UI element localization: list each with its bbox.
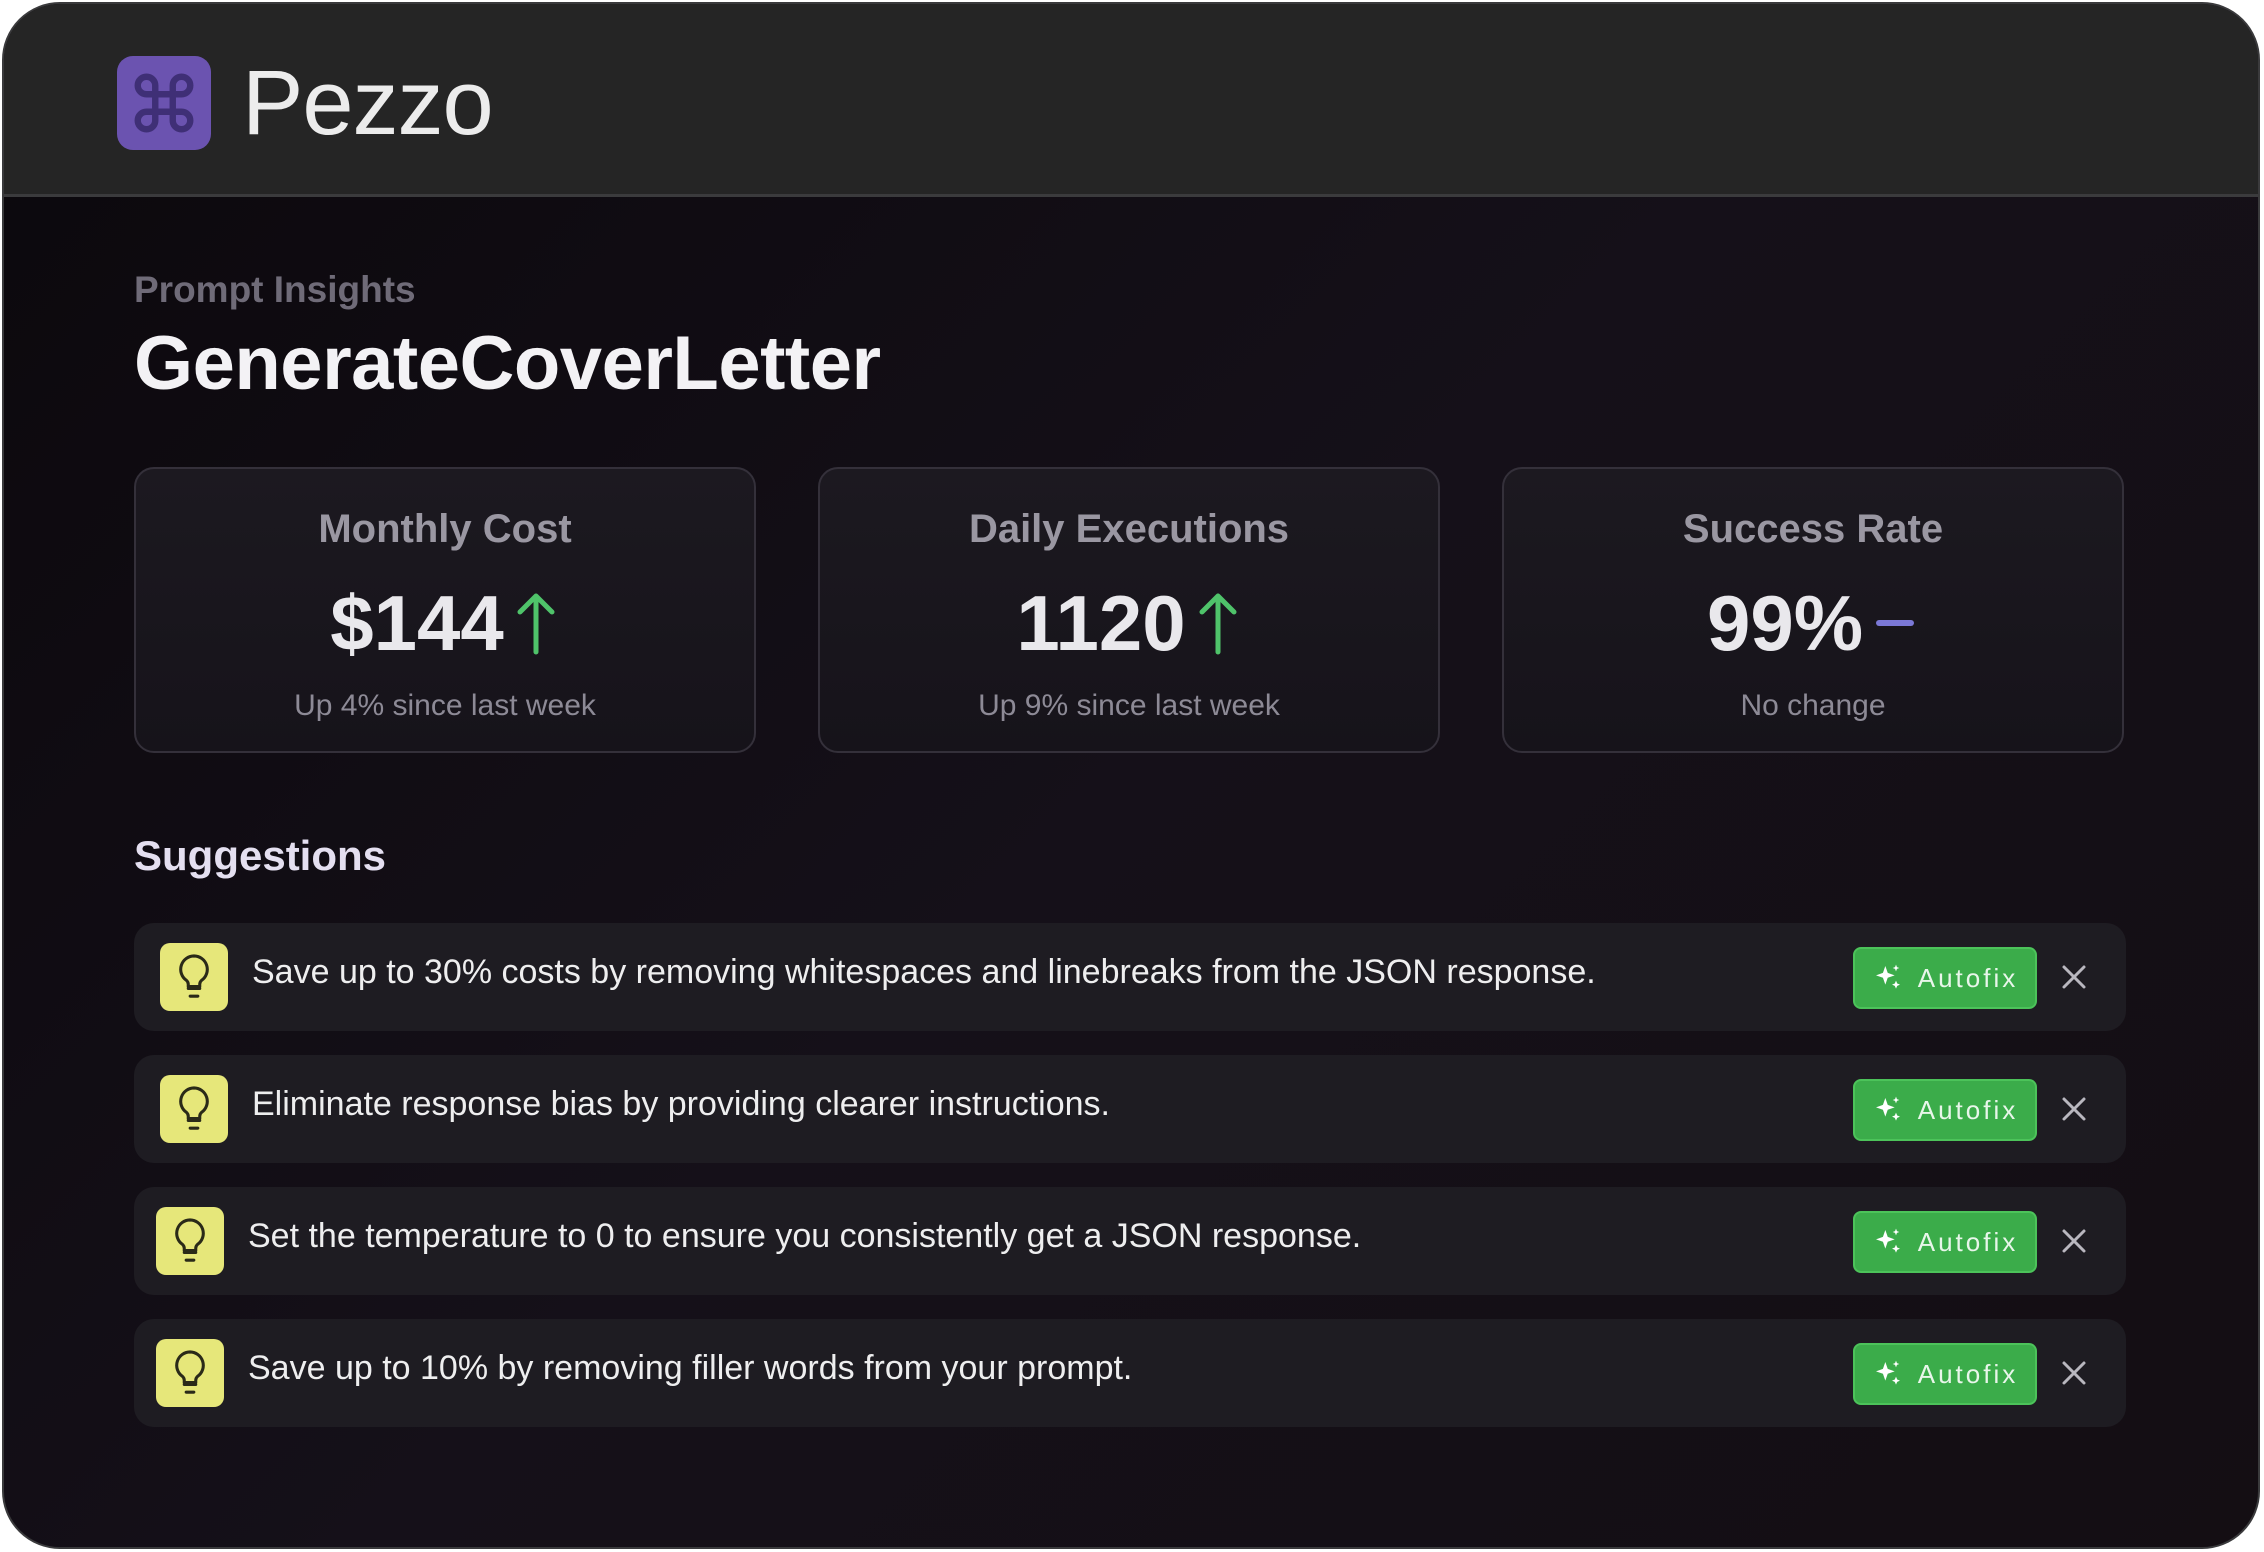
metric-card-daily-executions: Daily Executions 1120 Up 9% since last w…: [818, 467, 1440, 753]
lightbulb-icon: [160, 1075, 228, 1143]
autofix-label: Autofix: [1917, 1226, 2019, 1257]
suggestion-text: Save up to 30% costs by removing whitesp…: [252, 953, 1596, 991]
suggestion-row: Save up to 10% by removing filler words …: [134, 1319, 2126, 1427]
autofix-button[interactable]: Autofix: [1853, 1343, 2037, 1405]
close-icon[interactable]: [2058, 961, 2090, 993]
app-logo[interactable]: [117, 56, 211, 150]
page-title: GenerateCoverLetter: [134, 321, 881, 406]
suggestion-text: Save up to 10% by removing filler words …: [248, 1349, 1133, 1387]
app-window: Pezzo Prompt Insights GenerateCoverLette…: [2, 2, 2260, 1549]
metric-card-monthly-cost: Monthly Cost $144 Up 4% since last week: [134, 467, 756, 753]
autofix-button[interactable]: Autofix: [1853, 947, 2037, 1009]
metric-subtext: Up 9% since last week: [978, 689, 1280, 722]
arrow-up-icon: [517, 593, 555, 655]
suggestion-text: Set the temperature to 0 to ensure you c…: [248, 1217, 1362, 1255]
arrow-up-icon: [1199, 593, 1237, 655]
metric-subtext: No change: [1740, 689, 1886, 722]
autofix-label: Autofix: [1917, 1358, 2019, 1389]
close-icon[interactable]: [2058, 1357, 2090, 1389]
metric-subtext: Up 4% since last week: [294, 689, 596, 722]
lightbulb-icon: [156, 1339, 224, 1407]
suggestion-text: Eliminate response bias by providing cle…: [252, 1085, 1110, 1123]
suggestions-heading: Suggestions: [134, 832, 387, 879]
autofix-button[interactable]: Autofix: [1853, 1211, 2037, 1273]
suggestion-row: Set the temperature to 0 to ensure you c…: [134, 1187, 2126, 1295]
metric-label: Success Rate: [1682, 507, 1944, 551]
autofix-label: Autofix: [1917, 1094, 2019, 1125]
dash-icon: [1876, 620, 1915, 626]
page-eyebrow: Prompt Insights: [134, 269, 416, 310]
metric-value: $144: [330, 579, 504, 667]
command-icon: [134, 73, 194, 133]
metric-label: Monthly Cost: [318, 507, 572, 551]
metric-label: Daily Executions: [968, 507, 1290, 551]
autofix-label: Autofix: [1917, 962, 2019, 993]
metric-value: 99%: [1706, 579, 1864, 667]
sparkles-icon: [1875, 1360, 1900, 1385]
suggestion-row: Eliminate response bias by providing cle…: [134, 1055, 2126, 1163]
sparkles-icon: [1875, 1096, 1900, 1121]
lightbulb-icon: [160, 943, 228, 1011]
suggestion-row: Save up to 30% costs by removing whitesp…: [134, 923, 2126, 1031]
top-bar: Pezzo: [4, 4, 2258, 197]
sparkles-icon: [1875, 964, 1900, 989]
lightbulb-icon: [156, 1207, 224, 1275]
metric-value: 1120: [1016, 579, 1186, 667]
metric-card-success-rate: Success Rate 99% No change: [1502, 467, 2124, 753]
app-name: Pezzo: [242, 52, 494, 154]
sparkles-icon: [1875, 1228, 1900, 1253]
close-icon[interactable]: [2058, 1093, 2090, 1125]
autofix-button[interactable]: Autofix: [1853, 1079, 2037, 1141]
close-icon[interactable]: [2058, 1225, 2090, 1257]
